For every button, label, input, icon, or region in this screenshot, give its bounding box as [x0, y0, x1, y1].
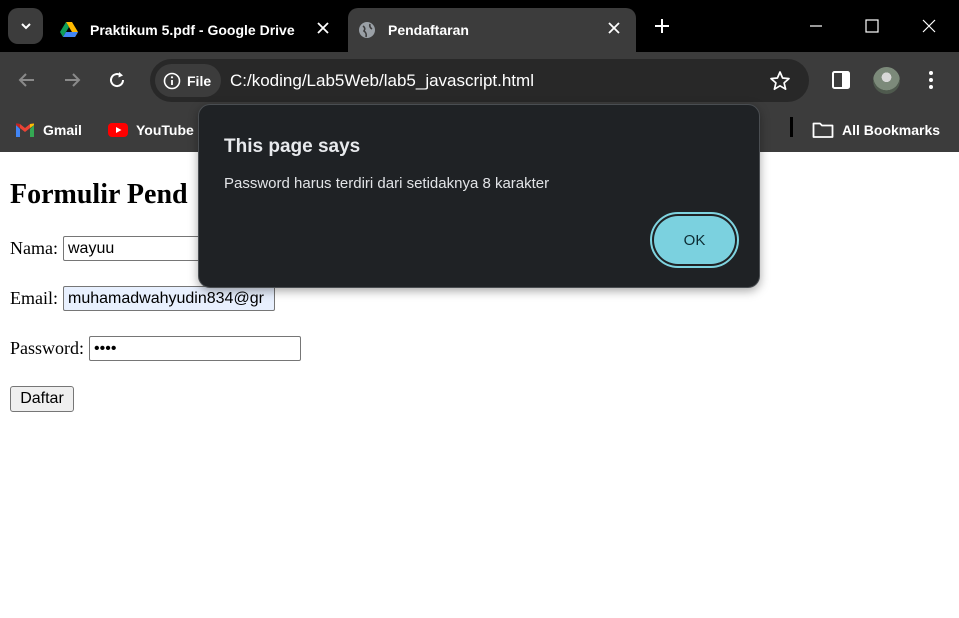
password-input[interactable]: •••• — [89, 336, 302, 361]
chevron-down-icon — [20, 23, 31, 30]
folder-icon — [812, 122, 834, 138]
minimize-button[interactable] — [803, 13, 829, 39]
forward-button[interactable] — [58, 66, 86, 94]
page-heading: Formulir Pend — [10, 179, 188, 210]
bookmarks-divider — [790, 117, 793, 137]
alert-dialog: This page says Password harus terdiri da… — [198, 104, 760, 288]
all-bookmarks-label: All Bookmarks — [842, 122, 941, 138]
bookmark-youtube[interactable]: YouTube — [108, 118, 194, 142]
close-icon[interactable] — [604, 18, 624, 38]
dialog-message: Password harus terdiri dari setidaknya 8… — [224, 175, 550, 192]
arrow-left-icon — [18, 73, 34, 87]
bookmark-label: Gmail — [43, 122, 82, 138]
title-bar: Praktikum 5.pdf - Google Drive Pendaftar… — [0, 0, 959, 52]
tab-search-button[interactable] — [8, 8, 43, 44]
email-row: Email: muhamadwahyudin834@gr — [10, 286, 275, 311]
gmail-icon — [16, 123, 34, 137]
minimize-icon — [810, 25, 822, 27]
email-input[interactable]: muhamadwahyudin834@gr — [63, 286, 275, 311]
tab-pendaftaran[interactable]: Pendaftaran — [348, 8, 636, 52]
daftar-button[interactable]: Daftar — [10, 386, 74, 412]
menu-button[interactable] — [919, 68, 943, 92]
star-icon[interactable] — [769, 70, 791, 92]
close-window-button[interactable] — [916, 13, 942, 39]
arrow-right-icon — [65, 73, 81, 87]
tab-title: Pendaftaran — [388, 22, 469, 38]
info-icon — [163, 72, 181, 89]
more-vert-icon — [929, 71, 933, 89]
new-tab-button[interactable] — [650, 14, 674, 38]
bookmark-gmail[interactable]: Gmail — [15, 118, 82, 142]
reload-button[interactable] — [103, 66, 131, 94]
site-info-chip[interactable]: File — [155, 64, 221, 97]
all-bookmarks-button[interactable]: All Bookmarks — [812, 118, 940, 142]
reload-icon — [110, 72, 125, 88]
url-text[interactable]: C:/koding/Lab5Web/lab5_javascript.html — [230, 71, 534, 91]
globe-icon — [359, 22, 375, 38]
plus-icon — [655, 19, 669, 33]
google-drive-icon — [60, 22, 78, 37]
site-chip-label: File — [187, 72, 212, 89]
profile-avatar[interactable] — [873, 67, 900, 94]
dialog-title: This page says — [224, 136, 361, 157]
password-label: Password: — [10, 338, 85, 358]
email-label: Email: — [10, 288, 58, 308]
ok-button[interactable]: OK — [654, 216, 735, 264]
close-icon — [922, 19, 936, 33]
nama-row: Nama: wayuu — [10, 236, 203, 261]
tab-title: Praktikum 5.pdf - Google Drive — [90, 22, 295, 38]
browser-toolbar: File C:/koding/Lab5Web/lab5_javascript.h… — [0, 52, 959, 108]
youtube-icon — [108, 123, 128, 137]
maximize-icon — [865, 19, 879, 33]
bookmark-label: YouTube — [136, 122, 194, 138]
close-icon[interactable] — [313, 18, 333, 38]
back-button[interactable] — [13, 66, 41, 94]
password-row: Password: •••• — [10, 336, 302, 361]
address-bar[interactable]: File C:/koding/Lab5Web/lab5_javascript.h… — [150, 59, 809, 102]
side-panel-button[interactable] — [829, 68, 853, 92]
nama-input[interactable]: wayuu — [62, 236, 203, 261]
tab-google-drive[interactable]: Praktikum 5.pdf - Google Drive — [50, 8, 345, 52]
maximize-button[interactable] — [859, 13, 885, 39]
side-panel-icon — [832, 71, 850, 89]
nama-label: Nama: — [10, 238, 58, 258]
